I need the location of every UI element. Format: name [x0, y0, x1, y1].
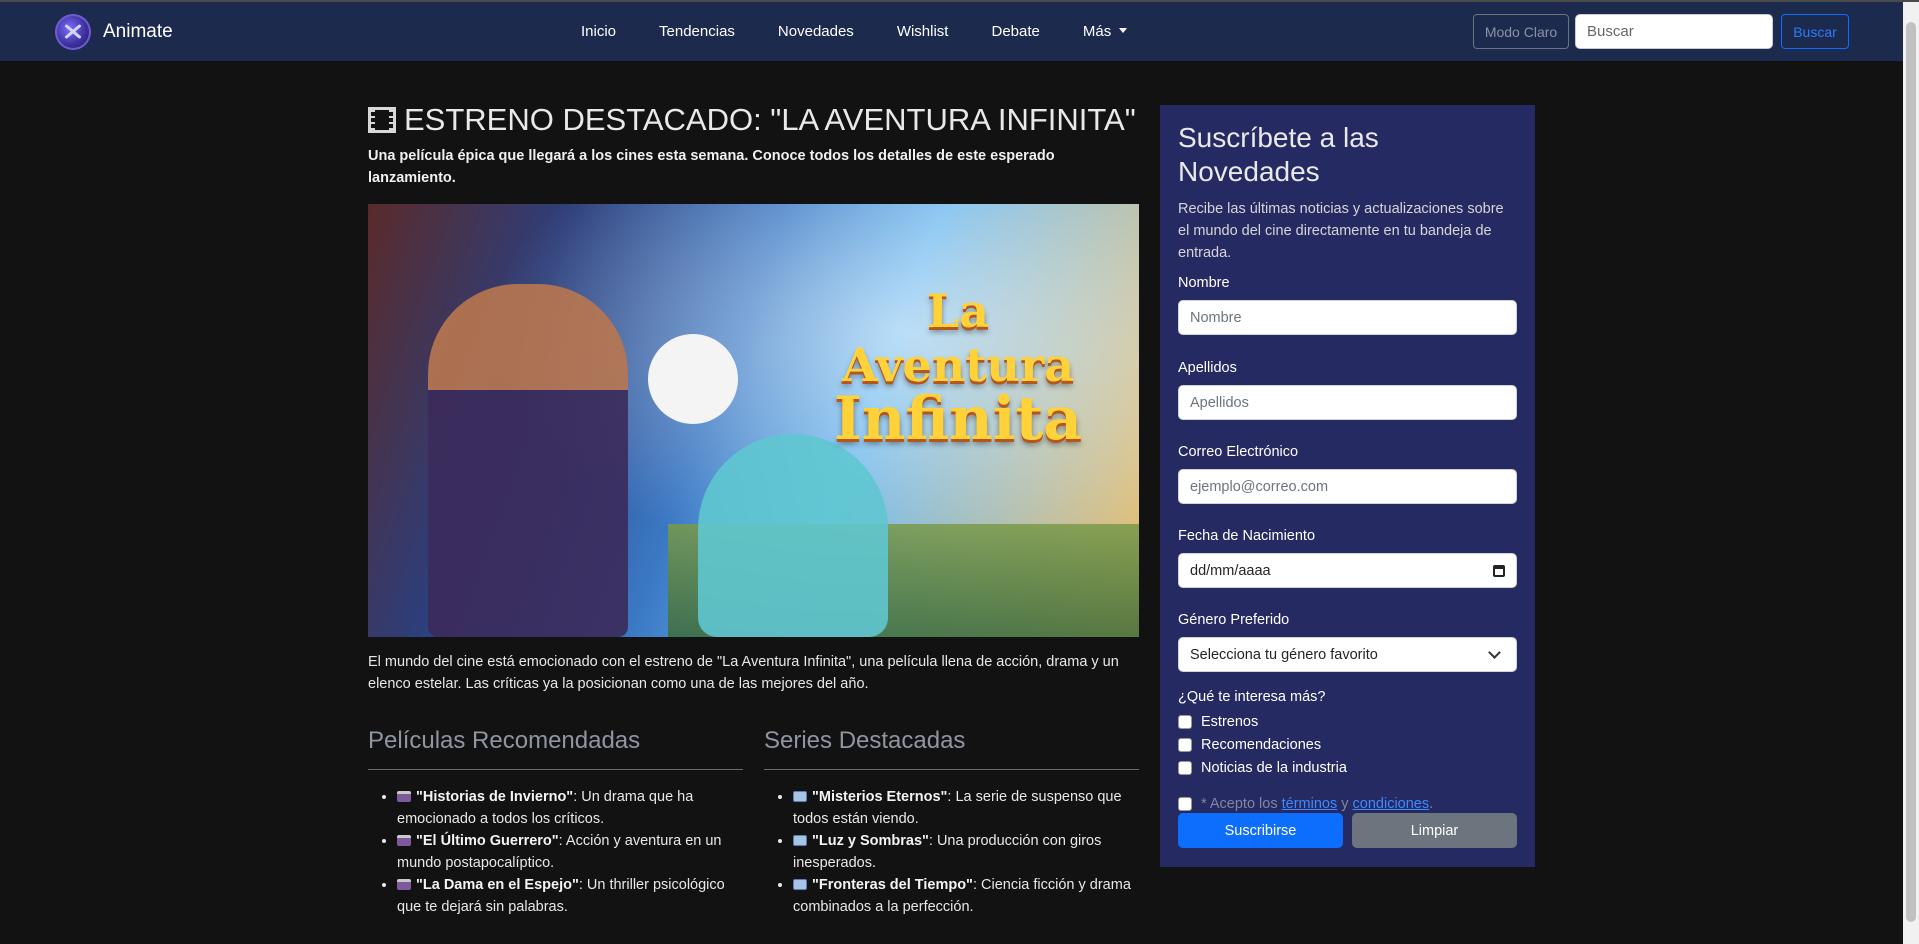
nav-links: Inicio Tendencias Novedades Wishlist Deb… [581, 2, 1170, 61]
interests-label: ¿Qué te interesa más? [1178, 689, 1326, 705]
search-input[interactable] [1575, 14, 1773, 49]
clear-button[interactable]: Limpiar [1352, 813, 1517, 848]
tv-icon [793, 835, 807, 846]
subscribe-button[interactable]: Suscribirse [1178, 813, 1343, 848]
series-title: "Misterios Eternos" [812, 789, 948, 805]
checkbox-label: Noticias de la industria [1201, 759, 1347, 776]
clapperboard-icon [397, 879, 411, 890]
movie-title: "El Último Guerrero" [416, 833, 559, 849]
hero-panda [648, 334, 738, 424]
genre-label: Género Preferido [1178, 612, 1290, 628]
series-list: "Misterios Eternos": La serie de suspens… [764, 786, 1139, 918]
scrollbar-thumb[interactable] [1906, 22, 1916, 922]
list-item: "Luz y Sombras": Una producción con giro… [793, 830, 1139, 874]
checkbox[interactable] [1178, 737, 1192, 752]
clapperboard-icon [397, 835, 411, 846]
tv-icon [793, 791, 807, 802]
hero-creature [698, 434, 888, 637]
page-scrollbar[interactable] [1903, 2, 1919, 944]
terms-suffix: . [1429, 795, 1434, 812]
featured-lead: Una película épica que llegará a los cin… [368, 148, 1055, 186]
terms-and: y [1337, 795, 1353, 812]
terms-link[interactable]: términos [1282, 796, 1338, 812]
email-field[interactable] [1178, 469, 1517, 504]
genre-select[interactable]: Selecciona tu género favorito [1178, 637, 1517, 672]
birthdate-value: dd/mm/aaaa [1190, 562, 1271, 579]
checkbox[interactable] [1178, 760, 1192, 775]
email-label: Correo Electrónico [1178, 444, 1299, 460]
surname-input[interactable] [1190, 394, 1505, 411]
nav-dropdown-mas[interactable]: Más [1083, 23, 1127, 40]
nav-link-debate[interactable]: Debate [991, 23, 1039, 40]
interests-group: Estrenos Recomendaciones Noticias de la … [1178, 710, 1517, 779]
nav-link-inicio[interactable]: Inicio [581, 23, 616, 40]
theme-toggle-button[interactable]: Modo Claro [1473, 14, 1569, 49]
series-heading: Series Destacadas [764, 727, 1139, 770]
featured-title: ESTRENO DESTACADO: "LA AVENTURA INFINITA… [368, 102, 1136, 138]
hero-image: La Aventura Infinita [368, 204, 1139, 637]
chevron-down-icon [1488, 646, 1501, 659]
genre-selected-value: Selecciona tu género favorito [1190, 646, 1378, 663]
list-item: "Historias de Invierno": Un drama que ha… [397, 786, 743, 830]
terms-text: * Acepto los términos y condiciones. [1201, 796, 1433, 812]
brand-name: Animate [103, 21, 173, 42]
checkbox-label: Estrenos [1201, 713, 1259, 730]
terms-row[interactable]: * Acepto los términos y condiciones. [1178, 792, 1517, 815]
series-title: "Luz y Sombras" [812, 833, 929, 849]
subscribe-title: Suscríbete a las Novedades [1178, 122, 1379, 187]
movies-section: Películas Recomendadas "Historias de Inv… [368, 727, 743, 918]
name-field[interactable] [1178, 300, 1517, 335]
clapperboard-icon [397, 791, 411, 802]
nav-link-wishlist[interactable]: Wishlist [897, 23, 949, 40]
birthdate-label: Fecha de Nacimiento [1178, 528, 1316, 544]
hero-character [428, 284, 628, 637]
name-label: Nombre [1178, 275, 1230, 291]
subscribe-description: Recibe las últimas noticias y actualizac… [1178, 201, 1504, 261]
hero-image-title: La Aventura Infinita [813, 284, 1103, 454]
list-item: "Fronteras del Tiempo": Ciencia ficción … [793, 874, 1139, 918]
hero-image-title-line1: La Aventura [842, 284, 1074, 392]
series-section: Series Destacadas "Misterios Eternos": L… [764, 727, 1139, 918]
movie-title: "La Dama en el Espejo" [416, 877, 579, 893]
movie-title: "Historias de Invierno" [416, 789, 574, 805]
email-input[interactable] [1190, 478, 1505, 495]
name-input[interactable] [1190, 309, 1505, 326]
film-icon [368, 107, 396, 133]
navbar: Animate Inicio Tendencias Novedades Wish… [0, 2, 1903, 61]
search-button[interactable]: Buscar [1781, 14, 1849, 49]
conditions-link[interactable]: condiciones [1353, 796, 1430, 812]
featured-title-text: ESTRENO DESTACADO: "LA AVENTURA INFINITA… [404, 102, 1136, 137]
interest-option-estrenos[interactable]: Estrenos [1178, 710, 1517, 733]
surname-field[interactable] [1178, 385, 1517, 420]
form-actions: Suscribirse Limpiar [1178, 813, 1517, 848]
interest-option-recomendaciones[interactable]: Recomendaciones [1178, 733, 1517, 756]
brand-logo-icon [55, 14, 91, 50]
subscribe-panel: Suscríbete a las Novedades Recibe las úl… [1160, 105, 1535, 867]
checkbox-label: Recomendaciones [1201, 736, 1322, 753]
tv-icon [793, 879, 807, 890]
calendar-icon[interactable] [1493, 564, 1505, 577]
featured-body: El mundo del cine está emocionado con el… [368, 654, 1119, 692]
movies-list: "Historias de Invierno": Un drama que ha… [368, 786, 743, 918]
birthdate-field[interactable]: dd/mm/aaaa [1178, 553, 1517, 588]
list-item: "El Último Guerrero": Acción y aventura … [397, 830, 743, 874]
nav-link-tendencias[interactable]: Tendencias [659, 23, 735, 40]
series-title: "Fronteras del Tiempo" [812, 877, 973, 893]
terms-checkbox[interactable] [1178, 796, 1192, 811]
checkbox[interactable] [1178, 714, 1192, 729]
list-item: "La Dama en el Espejo": Un thriller psic… [397, 874, 743, 918]
surname-label: Apellidos [1178, 360, 1237, 376]
subscribe-form: Suscríbete a las Novedades Recibe las úl… [1178, 121, 1517, 815]
nav-link-novedades[interactable]: Novedades [778, 23, 854, 40]
hero-image-title-line2: Infinita [833, 384, 1083, 454]
list-item: "Misterios Eternos": La serie de suspens… [793, 786, 1139, 830]
terms-prefix: * Acepto los [1201, 795, 1282, 812]
brand[interactable]: Animate [55, 14, 173, 50]
interest-option-noticias[interactable]: Noticias de la industria [1178, 756, 1517, 779]
movies-heading: Películas Recomendadas [368, 727, 743, 770]
